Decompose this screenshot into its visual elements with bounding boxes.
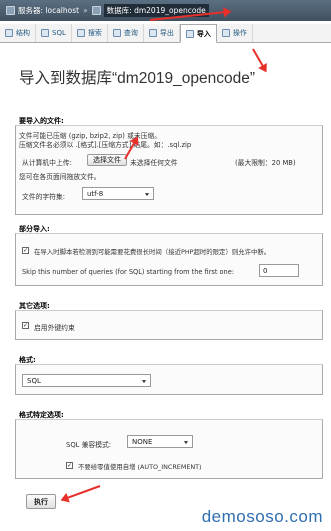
skip-queries-input[interactable]: 0 [259,264,299,277]
partial-section [15,233,323,286]
chevron-down-icon [184,440,188,444]
chevron-down-icon [142,379,146,383]
tab-export[interactable]: 导出 [144,24,180,42]
tab-bar: 结构 SQL 搜索 查询 导出 导入 操作 [0,24,331,43]
drag-hint: 您可在各页面间拖放文件。 [19,173,101,181]
structure-icon [5,29,13,37]
charset-select-value: utf-8 [87,189,104,198]
tab-label: SQL [52,29,66,37]
tab-structure[interactable]: 结构 [0,24,36,42]
format-select[interactable]: SQL [22,374,151,387]
watermark: demososo.com [201,507,323,526]
no-auto-value-checkbox[interactable]: ✓ [66,462,73,469]
no-file-text: 未选择任何文件 [130,159,178,167]
compress-name-note: 压缩文件名必须以 .[格式].[压缩方式] 结尾。如：.sql.zip [19,141,192,149]
database-icon [91,6,101,15]
tab-query[interactable]: 查询 [108,24,144,42]
breadcrumb-separator: » [83,6,88,15]
tab-search[interactable]: 搜索 [72,24,108,42]
skip-label: Skip this number of queries (for SQL) st… [22,268,235,276]
tab-label: 导入 [196,29,211,38]
no-auto-value-label: 不要给零值使用自增 (AUTO_INCREMENT) [78,463,202,471]
search-icon [76,29,85,37]
server-icon [6,6,15,15]
tab-sql[interactable]: SQL [36,24,72,42]
page-title: 导入到数据库“dm2019_opencode” [19,70,256,87]
tab-operations[interactable]: 操作 [217,24,253,42]
charset-select[interactable]: utf-8 [82,187,154,200]
tab-import[interactable]: 导入 [179,24,217,43]
compat-mode-label: SQL 兼容模式: [66,441,112,449]
upload-label: 从计算机中上传: [22,159,72,167]
breadcrumb-server[interactable]: 服务器: localhost [18,5,79,16]
sql-icon [41,29,49,37]
choose-file-button[interactable]: 选择文件 [87,154,127,166]
go-button[interactable]: 执行 [26,494,56,509]
tab-label: 导出 [159,29,174,37]
tab-label: 查询 [123,29,138,37]
query-icon [112,29,121,37]
charset-label: 文件的字符集: [22,193,66,201]
compat-mode-select[interactable]: NONE [127,435,193,448]
annotation-arrow-icon [62,485,101,501]
tab-label: 结构 [16,29,30,37]
interrupt-label: 在导入时脚本若检测到可能需要花费很长时间（接近PHP超时的限定）则允许中断。 [34,248,271,256]
format-select-value: SQL [27,376,41,385]
max-size-text: (最大限制：20 MB) [235,159,296,167]
wrench-icon [221,29,230,37]
interrupt-checkbox[interactable]: ✓ [22,247,29,254]
import-icon [185,29,194,38]
export-icon [148,29,157,37]
chevron-down-icon [145,192,149,196]
compat-mode-value: NONE [132,437,153,446]
foreign-key-label: 启用外键约束 [34,324,75,332]
tab-label: 操作 [232,29,247,37]
tab-label: 搜索 [87,29,102,37]
foreign-key-checkbox[interactable]: ✓ [22,322,29,329]
